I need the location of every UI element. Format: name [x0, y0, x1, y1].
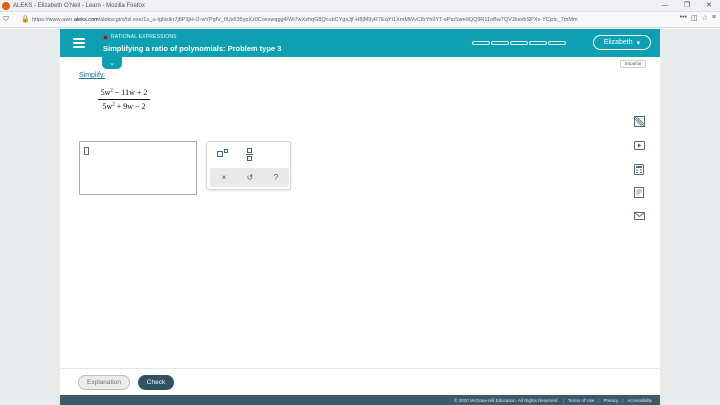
footer-bar: © 2020 McGraw-Hill Education. All Rights…	[60, 395, 660, 405]
hamburger-menu-icon[interactable]	[73, 38, 85, 48]
check-button[interactable]: Check	[138, 375, 174, 390]
palette-actions: × ↺ ?	[210, 168, 289, 187]
progress-segment	[491, 41, 509, 45]
progress-segment	[529, 41, 547, 45]
accessibility-link[interactable]: Accessibility	[627, 398, 652, 403]
clear-button[interactable]: ×	[215, 169, 233, 185]
browser-toolbar-icons: ••• ◫ ☆ ≡	[680, 14, 716, 22]
url-domain: aleks.com	[73, 17, 99, 23]
browser-navbar: ⛉ 🔒 https://www-awn.aleks.com/alekscgi/x…	[0, 12, 720, 28]
lock-icon: 🔒	[21, 16, 30, 23]
minimize-button[interactable]: —	[654, 0, 676, 12]
language-toggle-button[interactable]: Español	[620, 60, 647, 68]
copyright-text: © 2020 McGraw-Hill Education. All Rights…	[454, 397, 559, 403]
footer-separator: |	[598, 397, 600, 403]
problem-title: Simplifying a ratio of polynomials: Prob…	[103, 44, 282, 53]
header-bar: RATIONAL EXPRESSIONS Simplifying a ratio…	[60, 29, 660, 57]
chevron-down-icon: ⌄	[109, 60, 115, 67]
problem-fraction: 5w2 − 11w + 2 5w2 + 9w − 2	[98, 88, 150, 111]
topic-status-icon	[103, 34, 108, 40]
restore-button[interactable]: ❐	[676, 0, 698, 12]
answer-input[interactable]	[79, 141, 197, 195]
url-path: /alekscgi/x/Isl.exe/1o_u-IgNslkr7j8P3jH-…	[98, 17, 578, 23]
menu-icon[interactable]: ≡	[712, 14, 716, 22]
progress-bar	[472, 41, 566, 45]
chevron-down-icon: ▾	[636, 39, 641, 47]
url-bar[interactable]: 🔒 https://www-awn.aleks.com/alekscgi/x/I…	[18, 14, 668, 26]
math-palette: × ↺ ?	[206, 141, 291, 190]
firefox-icon	[2, 1, 10, 10]
fraction-denominator: 5w2 + 9w − 2	[102, 102, 146, 111]
url-prefix: https://www-awn.	[32, 17, 74, 23]
help-button[interactable]: ?	[267, 169, 285, 185]
bookmark-star-icon[interactable]: ☆	[702, 14, 708, 22]
undo-button[interactable]: ↺	[241, 169, 259, 185]
pocket-icon[interactable]: ◫	[691, 14, 698, 22]
calculator-icon[interactable]	[633, 163, 645, 175]
window-controls: — ❐ ✕	[654, 0, 720, 12]
topic-row: RATIONAL EXPRESSIONS	[103, 34, 177, 40]
user-menu-button[interactable]: Elizabeth ▾	[593, 35, 651, 50]
privacy-link[interactable]: Privacy	[604, 398, 619, 403]
browser-titlebar: ALEKS - Elizabeth O'Neil - Learn - Mozil…	[0, 0, 720, 12]
progress-segment	[510, 41, 528, 45]
exponent-icon[interactable]	[213, 146, 231, 162]
terms-link[interactable]: Terms of Use	[568, 398, 595, 403]
browser-tab-title: ALEKS - Elizabeth O'Neil - Learn - Mozil…	[13, 2, 145, 9]
close-window-button[interactable]: ✕	[698, 0, 720, 12]
footer-separator: |	[562, 397, 564, 403]
video-icon[interactable]	[633, 139, 645, 151]
collapse-header-button[interactable]: ⌄	[102, 57, 122, 69]
palette-templates	[207, 142, 292, 166]
shield-icon[interactable]: ⛉	[0, 16, 12, 24]
topic-label: RATIONAL EXPRESSIONS	[111, 34, 177, 40]
explanation-button[interactable]: Explanation	[78, 375, 130, 390]
footer-divider	[60, 368, 660, 369]
fraction-bar	[98, 99, 150, 100]
progress-segment	[472, 41, 490, 45]
fraction-numerator: 5w2 − 11w + 2	[100, 88, 148, 97]
mail-icon[interactable]	[633, 210, 645, 222]
input-placeholder-box	[84, 147, 89, 155]
textbook-icon[interactable]	[633, 186, 645, 198]
user-name: Elizabeth	[603, 39, 633, 46]
more-actions-icon[interactable]: •••	[680, 14, 687, 22]
fraction-icon[interactable]	[240, 146, 258, 162]
progress-segment	[548, 41, 566, 45]
instruction-text[interactable]: Simplify.	[79, 72, 105, 79]
calculator-grid-icon[interactable]	[633, 115, 645, 127]
aleks-app: RATIONAL EXPRESSIONS Simplifying a ratio…	[60, 29, 660, 405]
footer-separator: |	[622, 397, 624, 403]
